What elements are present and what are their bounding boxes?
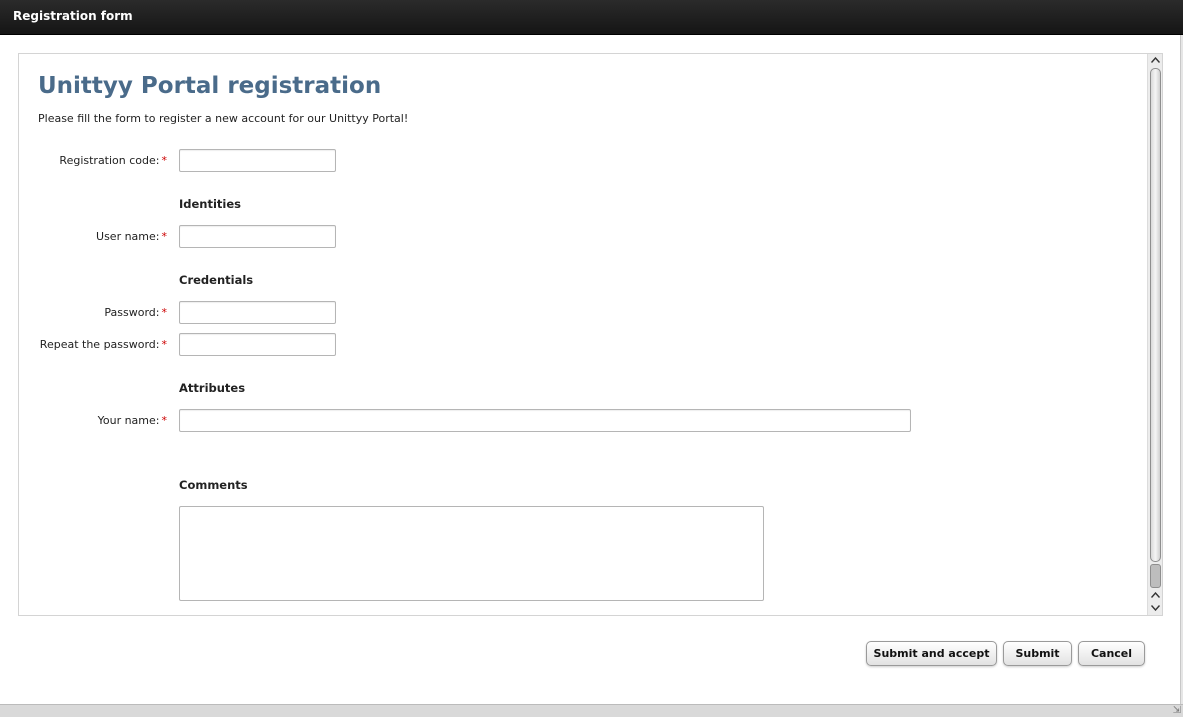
- required-marker: *: [161, 338, 168, 351]
- comments-textarea[interactable]: [179, 506, 764, 601]
- required-marker: *: [161, 154, 168, 167]
- page-title: Unittyy Portal registration: [38, 73, 382, 99]
- user-name-label-text: User name:: [96, 230, 160, 243]
- window-title: Registration form: [13, 9, 133, 23]
- your-name-label-text: Your name:: [97, 414, 160, 427]
- repeat-password-label: Repeat the password: *: [19, 338, 168, 351]
- your-name-label: Your name: *: [19, 414, 168, 427]
- section-heading-comments: Comments: [179, 478, 248, 492]
- page-intro-text: Please fill the form to register a new a…: [38, 112, 409, 125]
- section-heading-identities: Identities: [179, 197, 242, 211]
- password-label-text: Password:: [104, 306, 160, 319]
- required-marker: *: [161, 306, 168, 319]
- repeat-password-input[interactable]: [179, 333, 336, 356]
- password-input[interactable]: [179, 301, 336, 324]
- chevron-down-icon[interactable]: [1148, 602, 1162, 614]
- scrollbar-thumb[interactable]: [1150, 68, 1161, 562]
- status-bar: ⇲: [0, 704, 1183, 717]
- your-name-input[interactable]: [179, 409, 911, 432]
- required-marker: *: [161, 230, 168, 243]
- section-heading-attributes: Attributes: [179, 381, 246, 395]
- repeat-password-label-text: Repeat the password:: [39, 338, 160, 351]
- registration-code-label: Registration code: *: [19, 154, 168, 167]
- user-name-input[interactable]: [179, 225, 336, 248]
- required-marker: *: [161, 414, 168, 427]
- cancel-button[interactable]: Cancel: [1078, 641, 1145, 666]
- registration-code-label-text: Registration code:: [59, 154, 160, 167]
- chevron-up-icon[interactable]: [1148, 54, 1162, 66]
- vertical-scrollbar[interactable]: [1147, 54, 1162, 615]
- password-label: Password: *: [19, 306, 168, 319]
- registration-code-input[interactable]: [179, 149, 336, 172]
- submit-and-accept-button[interactable]: Submit and accept: [866, 641, 997, 666]
- chevron-up-icon[interactable]: [1148, 589, 1162, 601]
- resize-grip-icon[interactable]: ⇲: [1173, 706, 1181, 716]
- registration-form-panel: Unittyy Portal registration Please fill …: [18, 53, 1163, 616]
- submit-button[interactable]: Submit: [1003, 641, 1072, 666]
- section-heading-credentials: Credentials: [179, 273, 254, 287]
- window-titlebar[interactable]: Registration form: [0, 0, 1183, 35]
- user-name-label: User name: *: [19, 230, 168, 243]
- scrollbar-track-handle[interactable]: [1150, 564, 1161, 588]
